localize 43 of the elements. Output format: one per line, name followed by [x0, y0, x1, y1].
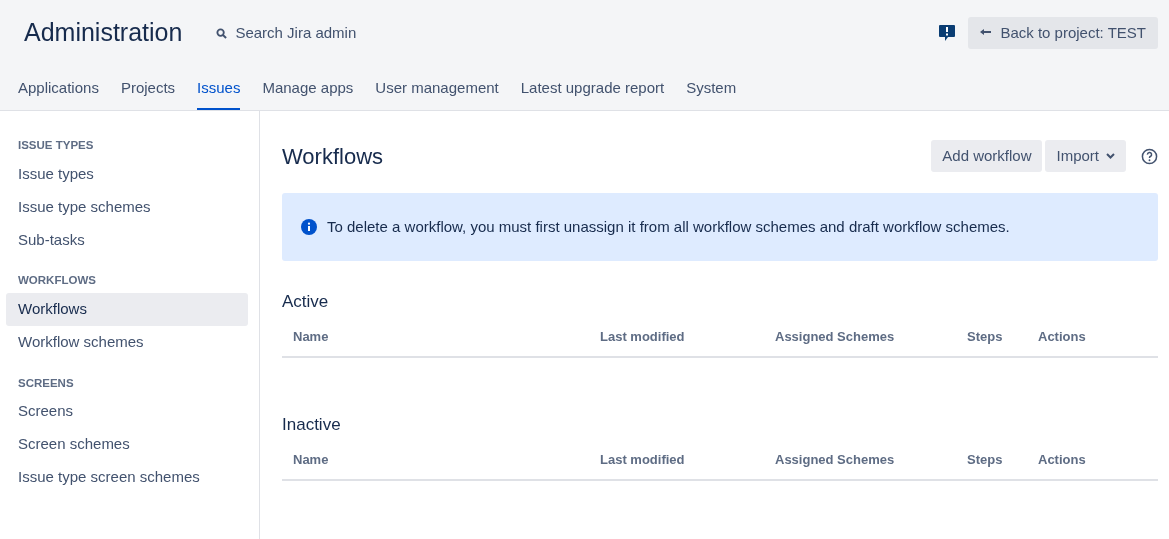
column-header: Actions — [1038, 451, 1087, 470]
import-dropdown-button[interactable]: Import — [1045, 140, 1126, 172]
sidebar-item[interactable]: Screens — [6, 394, 248, 428]
help-icon[interactable] — [1141, 147, 1158, 165]
search-field[interactable]: Search Jira admin — [216, 21, 386, 45]
back-to-project-button[interactable]: Back to project: TEST — [968, 17, 1158, 49]
nav-tab[interactable]: Latest upgrade report — [520, 66, 665, 110]
column-header: Last modified — [600, 451, 686, 470]
nav-tab[interactable]: Manage apps — [262, 66, 354, 110]
column-header: Assigned Schemes — [775, 451, 896, 470]
sidebar-item[interactable]: Issue types — [6, 157, 248, 191]
info-message: To delete a workflow, you must first unassign it from all workflow schemes and draft workflow schemes. — [327, 216, 1010, 237]
nav-tab[interactable]: Applications — [18, 66, 99, 110]
search-icon — [216, 27, 228, 39]
nav-tab[interactable]: System — [686, 66, 737, 110]
sidebar-item[interactable]: Issue type screen schemes — [6, 460, 248, 494]
sidebar-item[interactable]: Issue type schemes — [6, 190, 248, 224]
back-arrow-icon — [980, 28, 993, 38]
table-section-title: Inactive — [282, 414, 342, 436]
column-header: Steps — [967, 328, 1004, 347]
workflows-title: Workflows — [282, 142, 384, 171]
column-header: Actions — [1038, 328, 1087, 347]
nav-tab[interactable]: Projects — [120, 66, 176, 110]
sidebar-item[interactable]: Workflows — [6, 292, 248, 326]
caret-icon — [1106, 153, 1115, 159]
sidebar-item[interactable]: Screen schemes — [6, 427, 248, 461]
sidebar-section-heading: WORKFLOWS — [17, 273, 97, 289]
column-header: Assigned Schemes — [775, 328, 896, 347]
add-workflow-button[interactable]: Add workflow — [931, 140, 1043, 172]
sidebar-section-heading: ISSUE TYPES — [17, 138, 95, 153]
feedback-icon[interactable] — [938, 24, 957, 42]
nav-tab[interactable]: Issues — [197, 66, 241, 110]
column-header: Last modified — [600, 328, 686, 347]
sidebar-section-heading: SCREENS — [17, 375, 75, 391]
column-header: Name — [293, 328, 330, 347]
info-icon — [301, 219, 317, 235]
column-header: Name — [293, 451, 330, 470]
sidebar-item[interactable]: Sub-tasks — [6, 223, 248, 257]
page-header-title: Administration — [24, 17, 183, 49]
sidebar-item[interactable]: Workflow schemes — [6, 325, 248, 359]
column-header: Steps — [967, 451, 1004, 470]
nav-tab[interactable]: User management — [375, 66, 499, 110]
table-section-title: Active — [282, 291, 330, 313]
